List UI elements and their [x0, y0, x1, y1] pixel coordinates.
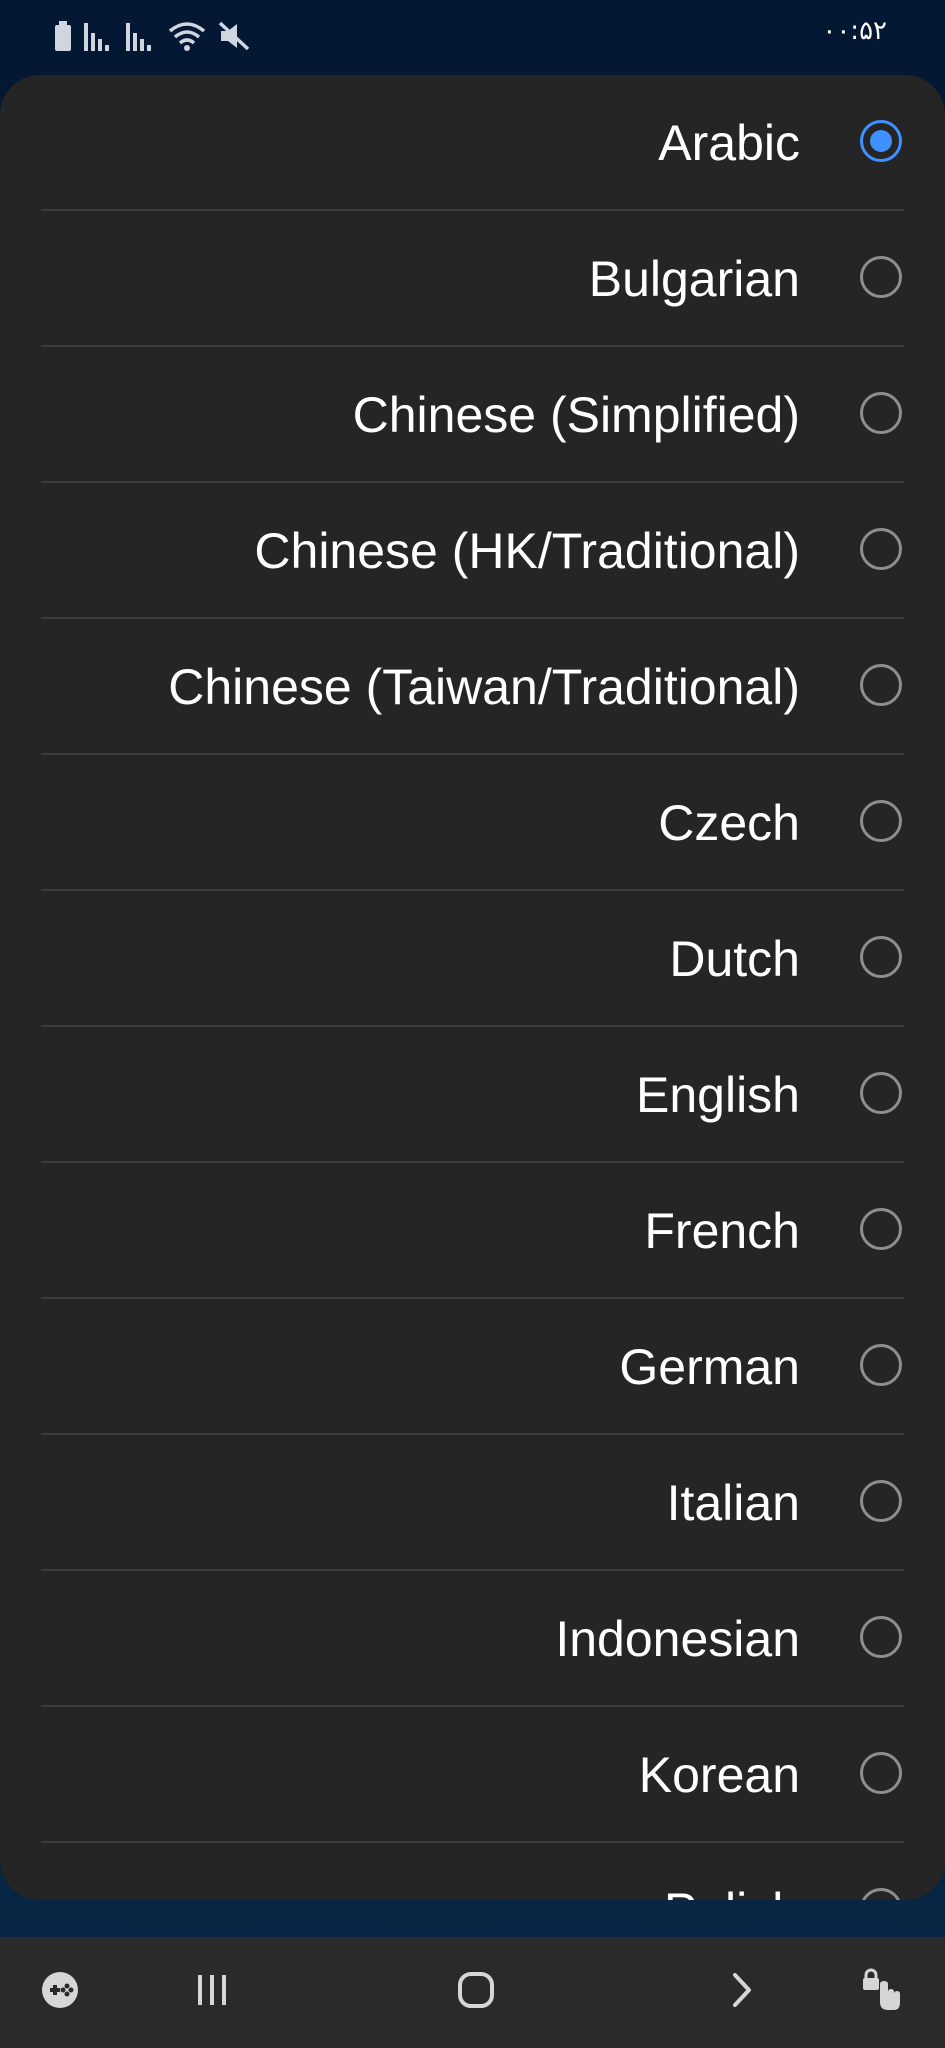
- radio-button[interactable]: [860, 120, 902, 162]
- screen: ۰۰:۵۲ Arabic Bulgarian Chinese (Simplifi…: [0, 0, 945, 2048]
- radio-button[interactable]: [860, 1072, 902, 1114]
- radio-button[interactable]: [860, 1208, 902, 1250]
- language-dialog: Arabic Bulgarian Chinese (Simplified) Ch…: [0, 75, 945, 1900]
- game-launcher-icon: [40, 1970, 80, 2015]
- radio-button[interactable]: [860, 664, 902, 706]
- language-option[interactable]: German: [0, 1299, 945, 1435]
- language-option[interactable]: Chinese (Simplified): [0, 347, 945, 483]
- radio-button[interactable]: [860, 1616, 902, 1658]
- radio-button[interactable]: [860, 800, 902, 842]
- language-label: Chinese (Taiwan/Traditional): [168, 659, 800, 715]
- forward-button[interactable]: [712, 1937, 772, 2048]
- language-option[interactable]: Chinese (Taiwan/Traditional): [0, 619, 945, 755]
- status-bar: ۰۰:۵۲: [0, 0, 945, 72]
- radio-button[interactable]: [860, 256, 902, 298]
- wifi-icon: [168, 21, 206, 51]
- forward-icon: [727, 1971, 757, 2014]
- navigation-bar: [0, 1937, 945, 2048]
- language-option[interactable]: French: [0, 1163, 945, 1299]
- language-option[interactable]: Chinese (HK/Traditional): [0, 483, 945, 619]
- recent-apps-button[interactable]: [182, 1937, 242, 2048]
- home-icon: [457, 1971, 495, 2014]
- status-icons: [54, 18, 250, 54]
- language-option[interactable]: Bulgarian: [0, 211, 945, 347]
- language-label: Chinese (HK/Traditional): [254, 523, 800, 579]
- radio-button[interactable]: [860, 1480, 902, 1522]
- language-label: Polish: [664, 1843, 800, 1900]
- battery-icon: [54, 21, 72, 51]
- language-label: Arabic: [658, 115, 800, 171]
- home-button[interactable]: [446, 1937, 506, 2048]
- language-label: French: [644, 1203, 800, 1259]
- language-option[interactable]: Polish: [0, 1843, 945, 1900]
- language-option[interactable]: Italian: [0, 1435, 945, 1571]
- radio-button[interactable]: [860, 1344, 902, 1386]
- radio-button[interactable]: [860, 1888, 902, 1900]
- radio-button[interactable]: [860, 936, 902, 978]
- signal-icon: [84, 21, 114, 51]
- language-option[interactable]: Arabic: [0, 75, 945, 211]
- touch-lock-icon: [860, 1968, 904, 2017]
- language-list: Arabic Bulgarian Chinese (Simplified) Ch…: [0, 75, 945, 1900]
- language-label: German: [619, 1339, 800, 1395]
- language-label: Chinese (Simplified): [352, 387, 800, 443]
- touch-lock-button[interactable]: [852, 1937, 912, 2048]
- language-label: Dutch: [669, 931, 800, 987]
- recent-apps-icon: [194, 1972, 230, 2013]
- language-label: Indonesian: [555, 1611, 800, 1667]
- language-option[interactable]: Indonesian: [0, 1571, 945, 1707]
- clock: ۰۰:۵۲: [822, 16, 887, 46]
- language-label: Korean: [638, 1747, 800, 1803]
- language-option[interactable]: Korean: [0, 1707, 945, 1843]
- radio-button[interactable]: [860, 1752, 902, 1794]
- radio-button[interactable]: [860, 528, 902, 570]
- radio-button[interactable]: [860, 392, 902, 434]
- language-option[interactable]: Dutch: [0, 891, 945, 1027]
- language-option[interactable]: English: [0, 1027, 945, 1163]
- language-label: Bulgarian: [588, 251, 800, 307]
- language-option[interactable]: Czech: [0, 755, 945, 891]
- language-label: Italian: [666, 1475, 800, 1531]
- signal-icon: [126, 21, 156, 51]
- language-label: Czech: [658, 795, 800, 851]
- language-label: English: [636, 1067, 800, 1123]
- mute-icon: [218, 21, 250, 51]
- game-launcher-button[interactable]: [30, 1937, 90, 2048]
